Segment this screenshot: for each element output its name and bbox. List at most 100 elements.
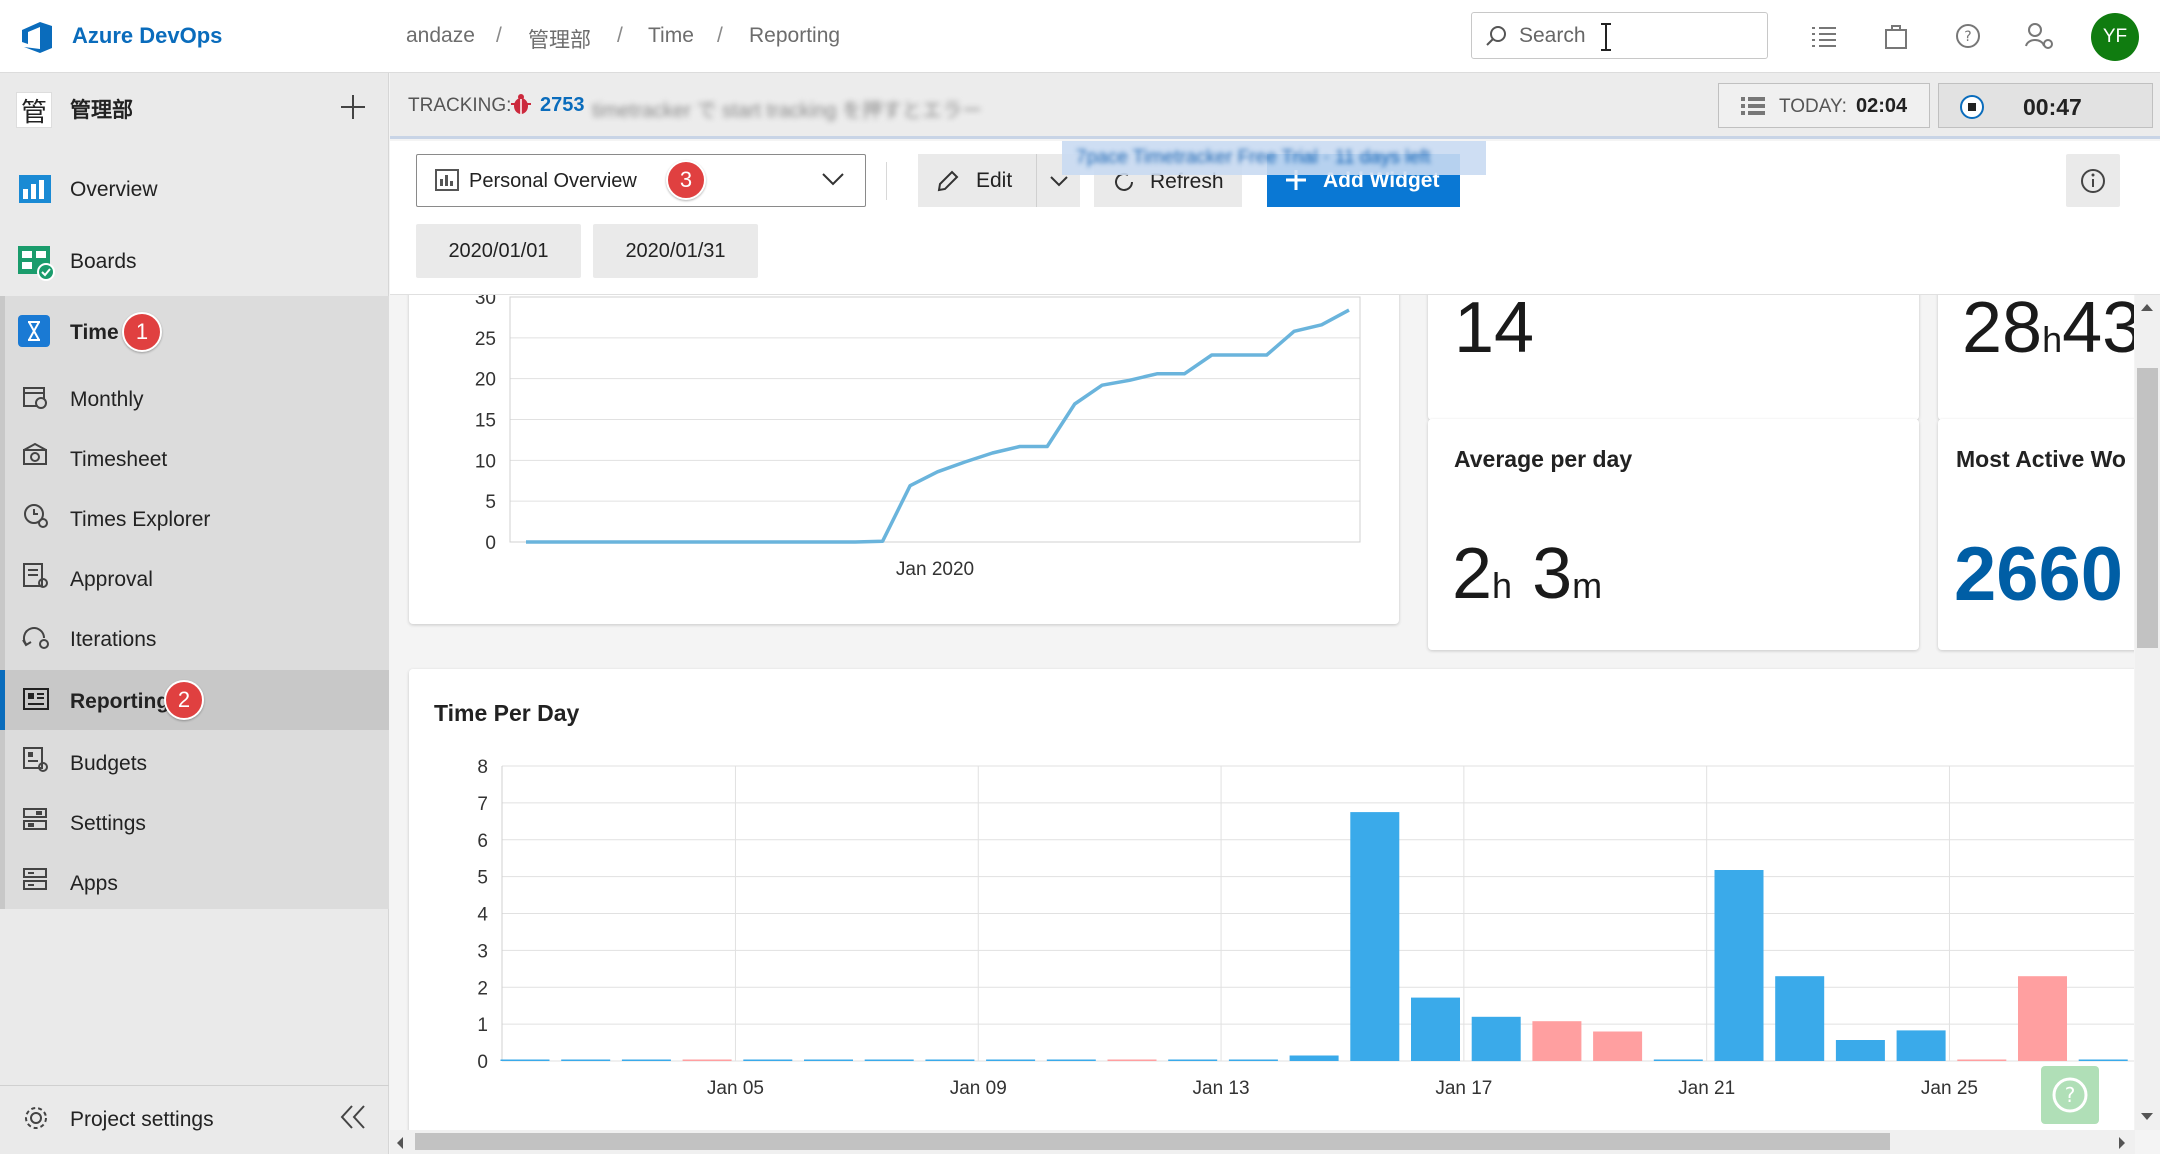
toolbar-divider: [886, 162, 887, 200]
task-list-icon[interactable]: [1811, 24, 1837, 48]
approval-icon: [22, 562, 50, 590]
horizontal-scroll-thumb[interactable]: [415, 1133, 1890, 1150]
sidebar-item-iterations[interactable]: Iterations: [0, 606, 389, 666]
end-date-button[interactable]: 2020/01/31: [593, 224, 758, 278]
sidebar-item-monthly[interactable]: Monthly: [0, 366, 389, 426]
scroll-right-icon[interactable]: [2117, 1136, 2127, 1150]
breadcrumb-org[interactable]: andaze: [406, 24, 475, 48]
hourglass-icon: [17, 314, 51, 348]
bar: [1775, 976, 1825, 1061]
bar: [500, 1059, 550, 1061]
most-active-value[interactable]: 2660: [1954, 531, 2123, 618]
bar: [1350, 812, 1400, 1061]
avg-title: Average per day: [1454, 446, 1633, 472]
sidebar-item-label: Time: [70, 321, 119, 344]
bar: [743, 1059, 793, 1061]
sidebar-item-boards[interactable]: Boards: [0, 228, 389, 296]
avatar[interactable]: YF: [2091, 13, 2139, 61]
sidebar-item-apps[interactable]: Apps: [0, 850, 389, 910]
sidebar-item-label: Settings: [70, 812, 146, 835]
bar: [1593, 1031, 1643, 1061]
sidebar-item-budgets[interactable]: Budgets: [0, 730, 389, 790]
stop-icon[interactable]: [1959, 94, 1985, 120]
budgets-icon: [22, 746, 50, 774]
bar: [1532, 1021, 1582, 1061]
breadcrumb-project[interactable]: 管理部: [528, 24, 591, 54]
settings-icon: [22, 806, 50, 834]
list-icon: [1741, 96, 1765, 116]
chevron-down-icon: [821, 171, 845, 187]
y-tick-label: 25: [475, 329, 496, 350]
tracking-label: TRACKING:: [408, 95, 512, 116]
tracking-work-item-id[interactable]: 2753: [540, 94, 585, 117]
work-item-count-card: 14: [1428, 295, 1919, 420]
info-icon: [2080, 168, 2106, 194]
bar: [1471, 1016, 1521, 1062]
sidebar-item-settings[interactable]: Settings: [0, 790, 389, 850]
bar: [621, 1059, 671, 1061]
y-tick-label: 7: [477, 794, 488, 815]
help-icon[interactable]: ?: [1954, 22, 1982, 50]
bar: [1714, 870, 1764, 1061]
calendar-icon: [22, 384, 48, 410]
help-fab-button[interactable]: ?: [2041, 1066, 2099, 1124]
sidebar-item-timesheet[interactable]: Timesheet: [0, 426, 389, 486]
apps-icon: [22, 866, 50, 894]
y-tick-label: 20: [475, 370, 496, 391]
question-icon: ?: [2051, 1076, 2089, 1114]
sidebar-item-overview[interactable]: Overview: [0, 156, 389, 224]
sidebar-item-label: Overview: [70, 178, 158, 201]
tracking-timer[interactable]: 00:47: [1938, 83, 2153, 128]
vertical-scroll-thumb[interactable]: [2137, 368, 2158, 648]
y-tick-label: 5: [485, 492, 496, 513]
bar: [1896, 1030, 1946, 1061]
start-date-button[interactable]: 2020/01/01: [416, 224, 581, 278]
dashboard-selector[interactable]: Personal Overview: [416, 154, 866, 207]
edit-button[interactable]: Edit: [918, 154, 1036, 207]
timer-value: 00:47: [2023, 94, 2082, 120]
vertical-scrollbar[interactable]: [2135, 295, 2160, 1130]
search-box[interactable]: [1471, 12, 1768, 59]
bar: [561, 1059, 611, 1061]
add-icon[interactable]: [340, 94, 366, 120]
project-name[interactable]: 管理部: [70, 94, 133, 124]
user-settings-icon[interactable]: [2024, 22, 2054, 50]
sidebar-item-label: Apps: [70, 872, 118, 895]
marketplace-bag-icon[interactable]: [1884, 22, 1908, 50]
bar: [1168, 1059, 1218, 1061]
trial-banner[interactable]: 7pace Timetracker Free Trial · 11 days l…: [1062, 141, 1486, 175]
svg-text:?: ?: [1964, 29, 1971, 45]
today-value: 02:04: [1856, 95, 1908, 117]
sidebar-item-time[interactable]: Time: [0, 298, 389, 366]
iterations-icon: [22, 622, 50, 650]
info-button[interactable]: [2066, 154, 2120, 207]
timesheet-icon: [22, 442, 48, 468]
breadcrumb-page[interactable]: Reporting: [749, 24, 840, 48]
azure-devops-logo-icon[interactable]: [18, 18, 56, 56]
today-summary[interactable]: TODAY: 02:04: [1718, 83, 1930, 128]
avg-value: 2h 3m: [1452, 533, 1602, 615]
sidebar-item-label: Iterations: [70, 628, 157, 651]
brand-name[interactable]: Azure DevOps: [72, 23, 222, 49]
x-tick-label: Jan 09: [950, 1078, 1007, 1099]
overview-icon: [17, 171, 53, 207]
breadcrumb-hub[interactable]: Time: [648, 24, 694, 48]
callout-badge: 3: [666, 160, 706, 200]
scroll-left-icon[interactable]: [395, 1136, 405, 1150]
x-tick-label: Jan 17: [1435, 1078, 1492, 1099]
sidebar-item-times-explorer[interactable]: Times Explorer: [0, 486, 389, 546]
time-per-day-card: Time Per Day 0 1 2 3 4 5 6 7 8 Jan 05 Jan 09 Jan 13…: [409, 669, 2134, 1130]
search-input[interactable]: [1519, 23, 1719, 49]
bar: [1228, 1059, 1278, 1061]
bar-chart: 0 1 2 3 4 5 6 7 8 Jan 05 Jan 09 Jan 13 Jan 17 Jan 21 J…: [477, 757, 2134, 1099]
scroll-down-icon[interactable]: [2139, 1112, 2155, 1122]
collapse-sidebar-icon[interactable]: [340, 1104, 366, 1130]
avg-hours-unit: h: [1492, 565, 1513, 606]
project-settings-link[interactable]: Project settings: [0, 1088, 300, 1148]
sidebar-item-approval[interactable]: Approval: [0, 546, 389, 606]
project-icon[interactable]: 管: [16, 92, 52, 128]
scroll-up-icon[interactable]: [2139, 302, 2155, 312]
horizontal-scrollbar[interactable]: [390, 1130, 2135, 1154]
y-tick-label: 10: [475, 451, 496, 472]
tracking-work-item-title[interactable]: timetracker で start tracking を押すとエラー: [592, 94, 982, 123]
